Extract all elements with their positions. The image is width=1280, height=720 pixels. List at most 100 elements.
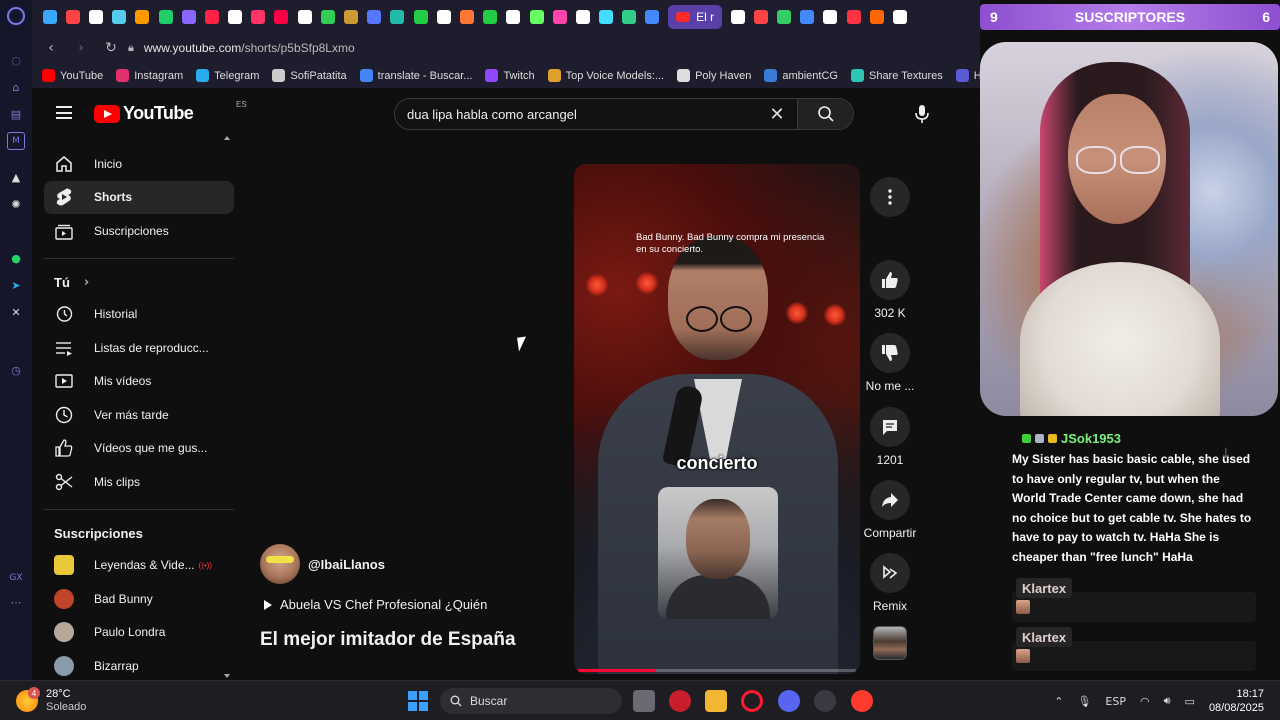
bookmark-item[interactable]: SofiPatatita (272, 69, 347, 82)
search-button[interactable] (797, 99, 853, 129)
whatsapp-icon[interactable]: ● (7, 249, 25, 267)
tab-favicon-icon[interactable] (42, 9, 57, 24)
tab-favicon-icon[interactable] (846, 9, 861, 24)
channel-avatar[interactable] (260, 544, 300, 584)
task-view-icon[interactable] (633, 690, 655, 712)
wifi-icon[interactable]: ◠ (1140, 695, 1150, 708)
volume-icon[interactable]: 🔊︎ (1164, 694, 1171, 708)
tab-favicon-icon[interactable] (892, 9, 907, 24)
app-icon[interactable] (851, 690, 873, 712)
guide-section-you[interactable]: Tú › (44, 268, 234, 298)
apps-icon[interactable]: ▲ (7, 168, 25, 186)
pinboard-icon[interactable]: ▤ (7, 105, 25, 123)
short-video-player[interactable]: Bad Bunny. Bad Bunny compra mi presencia… (574, 164, 860, 674)
tab-favicon-icon[interactable] (506, 9, 521, 24)
tab-favicon-icon[interactable] (181, 9, 196, 24)
comments-button[interactable]: 1201 (862, 407, 918, 467)
tab-favicon-icon[interactable] (777, 9, 792, 24)
tab-favicon-icon[interactable] (645, 9, 660, 24)
more-rail-icon[interactable]: ⋯ (7, 593, 25, 611)
tab-favicon-icon[interactable] (135, 9, 150, 24)
weather-widget[interactable]: 4 28°C Soleado (16, 687, 86, 714)
more-options-button[interactable] (870, 177, 910, 217)
tab-favicon-icon[interactable] (390, 9, 405, 24)
guide-item-shorts[interactable]: Shorts (44, 180, 234, 214)
guide-sub-bizarrap[interactable]: Bizarrap (44, 649, 234, 680)
search-box[interactable]: dua lipa habla como arcangel ✕ (394, 98, 854, 130)
history-rail-icon[interactable]: ◷ (7, 361, 25, 379)
opera-logo-icon[interactable] (7, 7, 25, 25)
tab-favicon-icon[interactable] (274, 9, 289, 24)
tab-favicon-icon[interactable] (575, 9, 590, 24)
channel-name[interactable]: @IbaiLlanos (308, 557, 385, 572)
voice-search-button[interactable] (906, 98, 938, 130)
tab-favicon-icon[interactable] (459, 9, 474, 24)
search-input[interactable]: dua lipa habla como arcangel (395, 107, 757, 122)
menu-icon[interactable] (56, 106, 72, 119)
guide-item-watch-later[interactable]: Ver más tarde (44, 398, 234, 432)
chevron-up-icon[interactable]: ⌃ (1054, 695, 1063, 708)
tab-favicon-icon[interactable] (599, 9, 614, 24)
tab-favicon-icon[interactable] (529, 9, 544, 24)
clear-search-icon[interactable]: ✕ (757, 104, 797, 125)
tab-favicon-icon[interactable] (800, 9, 815, 24)
tab-favicon-icon[interactable] (869, 9, 884, 24)
tab-favicon-icon[interactable] (823, 9, 838, 24)
remix-button[interactable]: Remix (862, 553, 918, 613)
bookmark-item[interactable]: Poly Haven (677, 69, 751, 82)
related-video-link[interactable]: Abuela VS Chef Profesional ¿Quién (264, 597, 487, 612)
tab-favicon-icon[interactable] (344, 9, 359, 24)
like-button[interactable]: 302 K (862, 260, 918, 320)
bookmark-item[interactable]: translate - Buscar... (359, 69, 472, 82)
tab-active[interactable]: El r (668, 4, 723, 29)
guide-item-liked[interactable]: Vídeos que me gus... (44, 432, 234, 466)
back-icon[interactable]: ‹ (40, 37, 62, 59)
tab-favicon-icon[interactable] (552, 9, 567, 24)
guide-item-historial[interactable]: Historial (44, 298, 234, 332)
app-icon[interactable] (669, 690, 691, 712)
bookmark-item[interactable]: YouTube (42, 69, 103, 82)
bookmark-item[interactable]: Telegram (196, 69, 259, 82)
bookmark-item[interactable]: ambientCG (764, 69, 838, 82)
tab-favicon-icon[interactable] (436, 9, 451, 24)
discord-icon[interactable] (778, 690, 800, 712)
url-field[interactable]: www.youtube.com/shorts/p5bSfp8Lxmo (144, 41, 355, 55)
channel-info[interactable]: @IbaiLlanos (260, 544, 385, 584)
gx-icon[interactable]: GX (7, 569, 25, 587)
tab-favicon-icon[interactable] (622, 9, 637, 24)
sound-thumbnail[interactable] (873, 626, 907, 660)
tab-favicon-icon[interactable] (204, 9, 219, 24)
tab-favicon-icon[interactable] (413, 9, 428, 24)
telegram-icon[interactable]: ➤ (7, 276, 25, 294)
guide-sub-paulo-londra[interactable]: Paulo Londra (44, 616, 234, 650)
windows-start-icon[interactable] (408, 691, 428, 711)
bookmark-item[interactable]: Twitch (485, 69, 535, 82)
x-icon[interactable]: ✕ (7, 303, 25, 321)
youtube-logo[interactable]: YouTube ES (94, 100, 247, 124)
language-indicator[interactable]: ESP (1105, 695, 1126, 708)
tab-favicon-icon[interactable] (367, 9, 382, 24)
guide-sub-leyendas[interactable]: Leyendas & Vide... ((•)) (44, 549, 234, 583)
chat-scroll-down-icon[interactable]: ↓ (1220, 446, 1232, 462)
chatgpt-icon[interactable]: ✺ (7, 195, 25, 213)
tab-favicon-icon[interactable] (730, 9, 745, 24)
tab-favicon-icon[interactable] (88, 9, 103, 24)
share-button[interactable]: Compartir (862, 480, 918, 540)
bookmark-item[interactable]: Share Textures (850, 69, 943, 82)
battery-icon[interactable]: ▭ (1185, 695, 1195, 708)
forward-icon[interactable]: › (70, 37, 92, 59)
dislike-button[interactable]: No me ... (862, 333, 918, 393)
file-explorer-icon[interactable] (705, 690, 727, 712)
guide-item-inicio[interactable]: Inicio (44, 147, 234, 181)
tab-favicon-icon[interactable] (228, 9, 243, 24)
tab-favicon-icon[interactable] (753, 9, 768, 24)
tab-favicon-icon[interactable] (483, 9, 498, 24)
guide-item-clips[interactable]: Mis clips (44, 465, 234, 499)
tab-favicon-icon[interactable] (65, 9, 80, 24)
bookmark-item[interactable]: Instagram (116, 69, 183, 82)
opera-gx-icon[interactable] (741, 690, 763, 712)
app-icon[interactable] (814, 690, 836, 712)
guide-item-playlists[interactable]: Listas de reproducc... (44, 331, 234, 365)
tab-favicon-icon[interactable] (297, 9, 312, 24)
clock[interactable]: 18:17 08/08/2025 (1209, 687, 1264, 715)
